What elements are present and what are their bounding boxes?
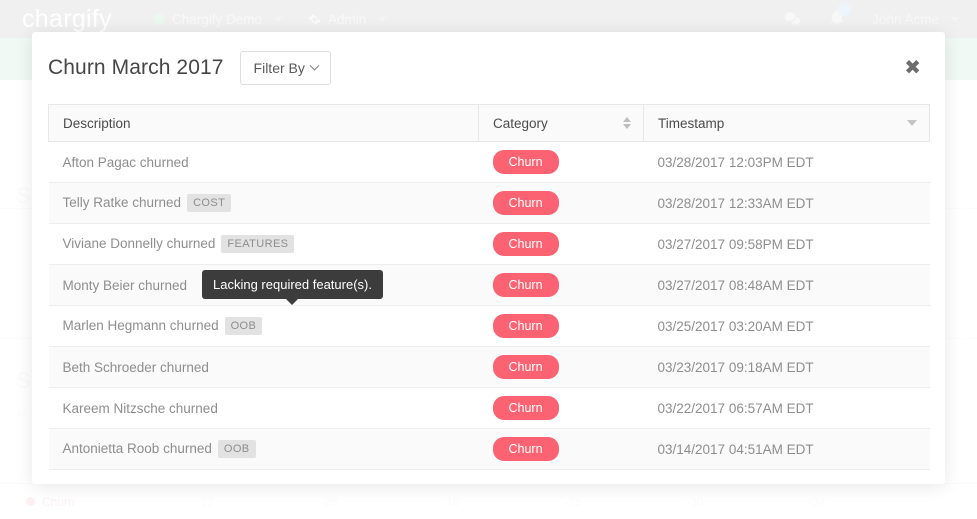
- table-row[interactable]: Marlen Hegmann churned OOB Churn 03/25/2017…: [48, 305, 930, 347]
- filter-by-button[interactable]: Filter By: [239, 51, 331, 85]
- column-header-category-label: Category: [493, 115, 548, 131]
- churn-reason-tag[interactable]: COST: [187, 194, 232, 212]
- cell-description: Telly Ratke churned COST: [48, 182, 479, 224]
- sort-descending-arrow-icon: [907, 120, 917, 126]
- churn-reason-tag[interactable]: FEATURES: [221, 235, 295, 253]
- filter-by-label: Filter By: [253, 60, 305, 76]
- churn-table-wrapper: Description Category Timestamp Afton Pag…: [32, 104, 945, 470]
- status-badge: Churn: [492, 191, 559, 215]
- reason-tooltip: Lacking required feature(s).: [202, 270, 383, 299]
- cell-timestamp: 03/28/2017 12:33AM EDT: [643, 182, 930, 224]
- churn-table-head: Description Category Timestamp: [48, 104, 930, 142]
- table-header-row: Description Category Timestamp: [48, 104, 930, 142]
- description-text: Afton Pagac churned: [62, 154, 189, 170]
- sort-descending-icon[interactable]: [907, 120, 917, 126]
- status-badge: Churn: [492, 150, 559, 174]
- cell-timestamp: 03/14/2017 04:51AM EDT: [643, 428, 930, 470]
- column-header-timestamp-label: Timestamp: [658, 115, 725, 131]
- cell-description: Beth Schroeder churned: [48, 346, 479, 388]
- sort-both-icon[interactable]: [623, 117, 631, 129]
- cell-category: Churn: [478, 428, 644, 470]
- cell-description: Viviane Donnelly churned FEATURES: [48, 223, 479, 265]
- table-row[interactable]: Antonietta Roob churned OOB Churn 03/14/201…: [48, 428, 930, 470]
- table-row[interactable]: Beth Schroeder churned Churn 03/23/2017 09…: [48, 346, 930, 388]
- cell-category: Churn: [478, 346, 644, 388]
- table-row[interactable]: Viviane Donnelly churned FEATURES Churn 03/…: [48, 223, 930, 265]
- modal-header: Churn March 2017 Filter By ✖: [32, 32, 945, 104]
- cell-timestamp: 03/27/2017 09:58PM EDT: [643, 223, 930, 265]
- cell-category: Churn: [478, 182, 644, 224]
- sort-ascending-arrow-icon: [623, 117, 631, 122]
- table-row[interactable]: Monty Beier churned Churn 03/27/2017 08:48…: [48, 264, 930, 306]
- chevron-down-icon: [309, 60, 320, 71]
- app-root: chargify Chargify Demo Admin: [0, 0, 977, 519]
- churn-detail-modal: Churn March 2017 Filter By ✖ Description…: [32, 32, 945, 484]
- cell-category: Churn: [478, 387, 644, 429]
- table-row[interactable]: Afton Pagac churned Churn 03/28/2017 12:03…: [48, 141, 930, 183]
- table-row[interactable]: Kareem Nitzsche churned Churn 03/22/2017 0…: [48, 387, 930, 429]
- cell-description: Kareem Nitzsche churned: [48, 387, 479, 429]
- column-header-category[interactable]: Category: [478, 104, 644, 142]
- column-header-timestamp[interactable]: Timestamp: [643, 104, 930, 142]
- cell-category: Churn: [478, 223, 644, 265]
- churn-reason-tag[interactable]: OOB: [217, 440, 256, 458]
- modal-title: Churn March 2017: [48, 56, 224, 79]
- description-text: Viviane Donnelly churned: [62, 236, 216, 251]
- description-text: Antonietta Roob churned: [62, 441, 212, 456]
- churn-table: Description Category Timestamp Afton Pag…: [48, 104, 930, 470]
- status-badge: Churn: [492, 355, 559, 379]
- cell-description: Afton Pagac churned: [48, 141, 479, 183]
- column-header-description[interactable]: Description: [48, 104, 479, 142]
- churn-reason-tag[interactable]: OOB: [224, 317, 263, 335]
- cell-description: Antonietta Roob churned OOB: [48, 428, 479, 470]
- status-badge: Churn: [492, 314, 559, 338]
- cell-timestamp: 03/28/2017 12:03PM EDT: [643, 141, 930, 183]
- cell-timestamp: 03/27/2017 08:48AM EDT: [643, 264, 930, 306]
- cell-category: Churn: [478, 264, 644, 306]
- status-badge: Churn: [492, 273, 559, 297]
- description-text: Marlen Hegmann churned: [62, 318, 219, 333]
- close-button[interactable]: ✖: [898, 54, 927, 82]
- column-header-description-label: Description: [63, 115, 131, 131]
- cell-timestamp: 03/22/2017 06:57AM EDT: [643, 387, 930, 429]
- table-row[interactable]: Telly Ratke churned COST Churn 03/28/2017 1…: [48, 182, 930, 224]
- cell-timestamp: 03/25/2017 03:20AM EDT: [643, 305, 930, 347]
- description-text: Kareem Nitzsche churned: [62, 400, 218, 416]
- cell-category: Churn: [478, 141, 644, 183]
- cell-description: Marlen Hegmann churned OOB: [48, 305, 479, 347]
- status-badge: Churn: [492, 437, 559, 461]
- status-badge: Churn: [492, 232, 559, 256]
- cell-timestamp: 03/23/2017 09:18AM EDT: [643, 346, 930, 388]
- description-text: Telly Ratke churned: [62, 195, 182, 210]
- sort-descending-arrow-icon: [623, 124, 631, 129]
- status-badge: Churn: [492, 396, 559, 420]
- churn-table-body: Afton Pagac churned Churn 03/28/2017 12:03…: [48, 141, 930, 470]
- cell-category: Churn: [478, 305, 644, 347]
- description-text: Monty Beier churned: [62, 277, 188, 293]
- description-text: Beth Schroeder churned: [62, 359, 209, 375]
